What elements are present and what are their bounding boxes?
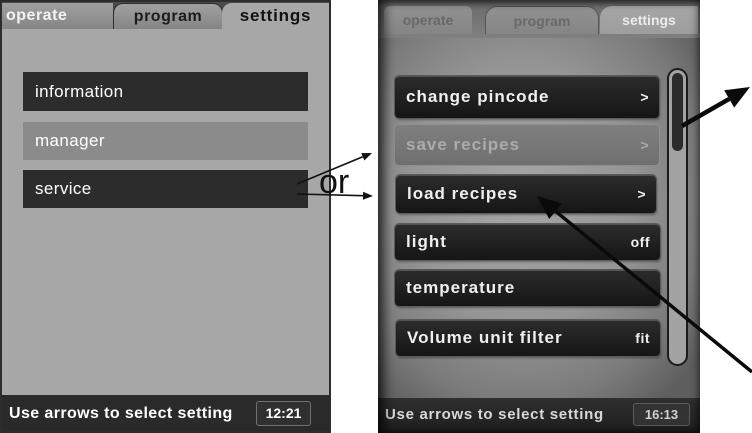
menu-item-temperature[interactable]: temperature [395,270,660,306]
scrollbar[interactable] [667,68,688,366]
menu-item-value: fit [635,330,650,346]
menu-item-label: change pincode [406,87,550,106]
clock-display: 16:13 [633,403,690,426]
menu-item-label: light [406,232,447,251]
menu-item-label: information [35,81,124,101]
menu-item-label: Volume unit filter [407,328,563,347]
clock-time: 12:21 [265,405,302,421]
scrollbar-track[interactable] [672,73,683,361]
scrollbar-thumb[interactable] [672,73,683,151]
menu-item-label: service [35,179,92,198]
menu-item-volume-unit-filter[interactable]: Volume unit filter fit [396,320,660,356]
left-device-screen: operate program settings information man… [0,0,331,433]
tab-program-label: program [133,7,203,25]
tab-operate-label: operate [402,12,454,28]
right-device-photo: operate program settings change pincode … [378,0,700,433]
tab-operate-label: operate [6,7,68,24]
left-tab-bar: operate program settings [0,0,331,29]
tab-settings[interactable]: settings [600,6,698,34]
menu-item-light[interactable]: light off [395,224,660,260]
menu-item-service[interactable]: service [23,170,308,208]
chevron-right-icon: > [640,89,649,105]
tab-settings[interactable]: settings [222,3,329,29]
left-status-bar: Use arrows to select setting 12:21 [0,395,331,433]
menu-item-value: off [630,234,650,250]
menu-item-change-pincode[interactable]: change pincode > [395,76,659,118]
clock-time: 16:13 [644,407,679,422]
clock-display: 12:21 [256,401,311,426]
menu-item-label: manager [35,131,105,150]
status-hint-text: Use arrows to select setting [385,406,604,423]
status-hint-text: Use arrows to select setting [9,405,233,422]
tab-operate[interactable]: operate [2,3,113,29]
chevron-right-icon: > [637,186,646,202]
or-connector-label: or [319,163,350,201]
menu-item-save-recipes[interactable]: save recipes > [395,125,659,165]
tab-settings-label: settings [622,12,676,28]
tab-program[interactable]: program [485,6,599,34]
left-screen-frame [0,0,331,433]
menu-item-manager[interactable]: manager [23,122,308,160]
tab-settings-label: settings [239,6,312,25]
menu-item-label: save recipes [406,135,521,154]
tab-program[interactable]: program [113,3,223,29]
photo-vignette [378,0,700,433]
tab-operate[interactable]: operate [384,6,472,34]
right-tab-bar: operate program settings [378,0,700,38]
right-status-bar: Use arrows to select setting 16:13 [378,398,700,433]
chevron-right-icon: > [640,137,649,153]
menu-item-label: load recipes [407,184,519,203]
menu-item-load-recipes[interactable]: load recipes > [396,175,656,213]
menu-item-information[interactable]: information [23,72,308,111]
menu-item-label: temperature [406,278,516,297]
tab-program-label: program [513,12,571,29]
